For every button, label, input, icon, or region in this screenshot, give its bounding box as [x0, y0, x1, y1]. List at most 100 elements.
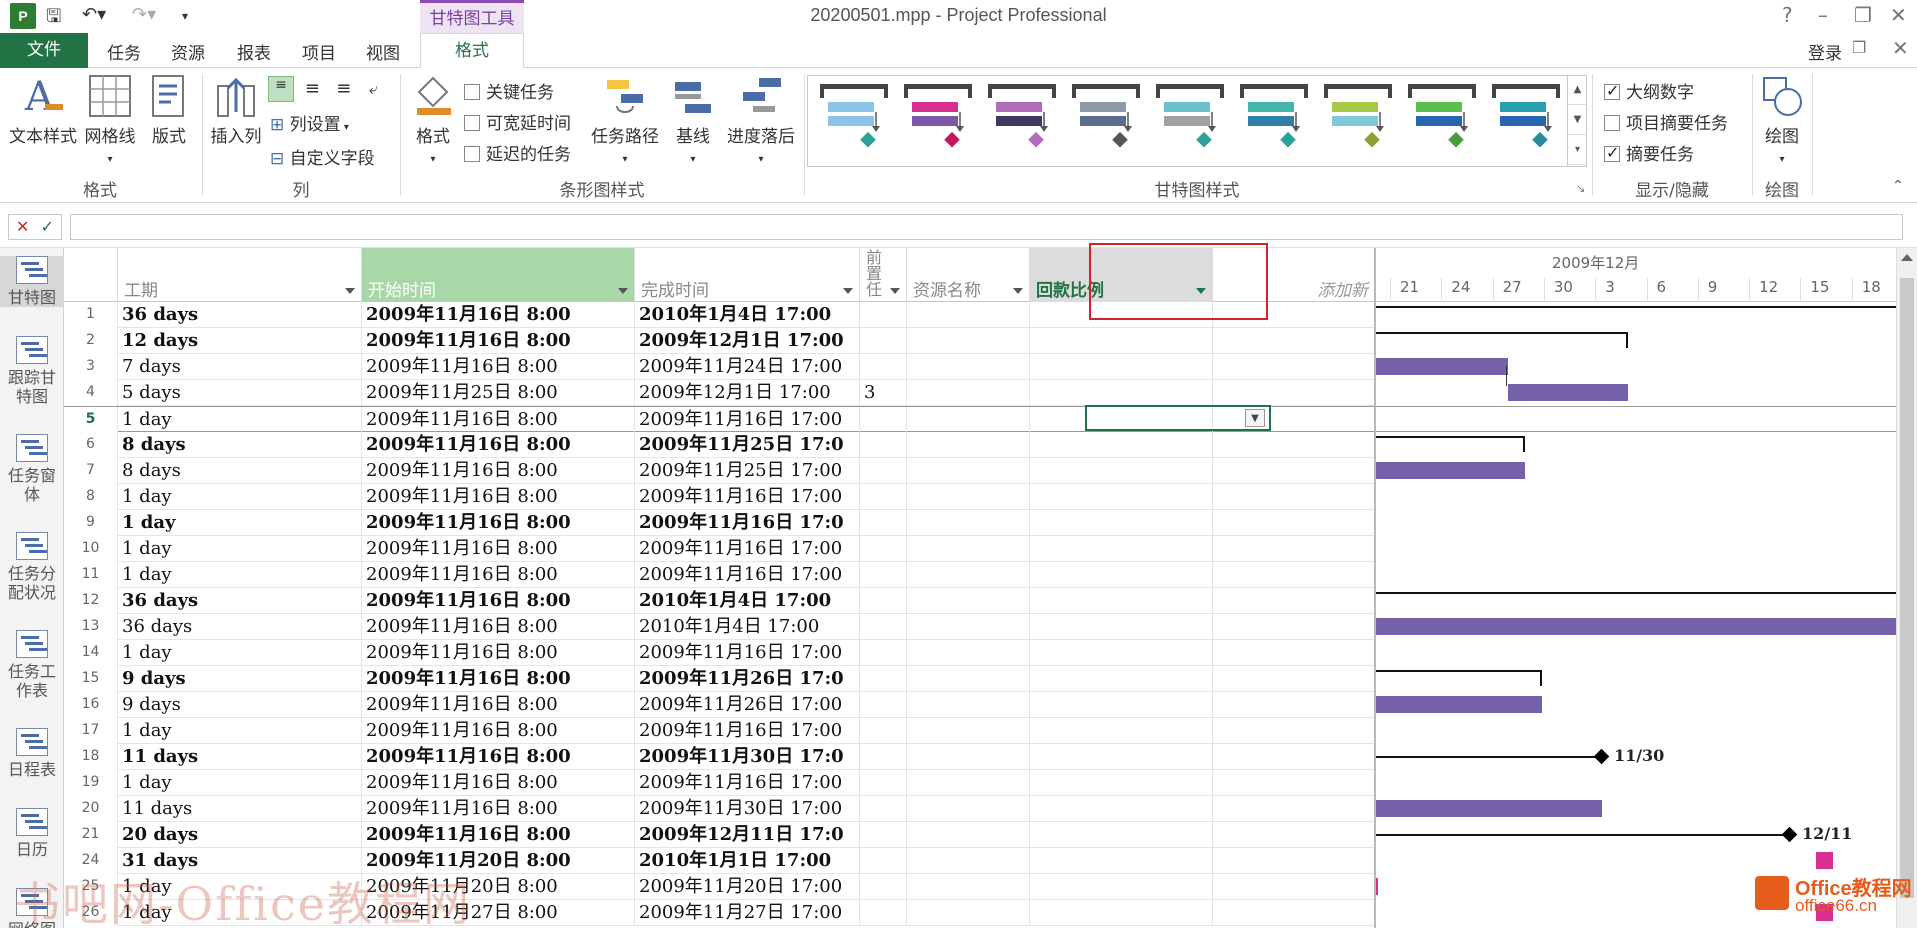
finish-cell[interactable]: 2009年11月24日 17:00 — [635, 354, 860, 380]
row-id[interactable]: 13 — [64, 614, 118, 640]
align-left-icon[interactable]: ≡ — [268, 76, 294, 102]
task-bar[interactable] — [1376, 696, 1543, 713]
table-row[interactable]: 81 day 2009年11月16日 8:00 2009年11月16日 17:00 — [64, 484, 1374, 510]
payment-ratio-cell[interactable] — [1030, 588, 1213, 614]
view-4[interactable]: 任务工作表 — [0, 630, 64, 700]
wrap-text-icon[interactable]: ⤶ — [362, 79, 384, 99]
task-bar[interactable] — [1376, 462, 1525, 479]
payment-ratio-cell[interactable] — [1030, 848, 1213, 874]
resource-cell[interactable] — [907, 588, 1030, 614]
start-cell[interactable]: 2009年11月16日 8:00 — [362, 770, 635, 796]
duration-cell[interactable]: 1 day — [118, 562, 362, 588]
duration-cell[interactable]: 1 day — [118, 407, 362, 433]
predecessors-cell[interactable] — [860, 640, 907, 666]
finish-cell[interactable]: 2009年11月30日 17:00 — [635, 796, 860, 822]
duration-cell[interactable]: 20 days — [118, 822, 362, 848]
critical-tasks-checkbox[interactable]: 关键任务 — [464, 78, 554, 103]
summary-bar-end[interactable] — [1523, 436, 1525, 452]
add-new-cell[interactable] — [1213, 848, 1374, 874]
gridlines-button[interactable]: 网格线 ▾ — [82, 74, 138, 167]
row-id[interactable]: 2 — [64, 328, 118, 354]
resource-cell[interactable] — [907, 380, 1030, 406]
duration-cell[interactable]: 1 day — [118, 770, 362, 796]
payment-ratio-cell[interactable] — [1030, 380, 1213, 406]
payment-ratio-cell[interactable] — [1030, 328, 1213, 354]
duration-cell[interactable]: 1 day — [118, 536, 362, 562]
collapse-ribbon-icon[interactable]: ⌃ — [1892, 178, 1904, 194]
table-row[interactable]: 2 12 days 2009年11月16日 8:00 2009年12月1日 17:00 — [64, 328, 1374, 354]
finish-cell[interactable]: 2009年11月16日 17:00 — [635, 640, 860, 666]
predecessors-cell[interactable] — [860, 796, 907, 822]
resource-cell[interactable] — [907, 692, 1030, 718]
predecessors-cell[interactable] — [860, 510, 907, 536]
scroll-up-icon[interactable] — [1901, 254, 1913, 261]
duration-cell[interactable]: 36 days — [118, 302, 362, 328]
payment-ratio-cell[interactable] — [1030, 874, 1213, 900]
duration-cell[interactable]: 1 day — [118, 484, 362, 510]
table-row[interactable]: 16 9 days 2009年11月16日 8:00 2009年11月26日 17:0… — [64, 692, 1374, 718]
row-id[interactable]: 11 — [64, 562, 118, 588]
slippage-button[interactable]: 进度落后 ▾ — [722, 74, 800, 167]
start-cell[interactable]: 2009年11月16日 8:00 — [362, 744, 635, 770]
gantt-style-option[interactable] — [1070, 82, 1142, 158]
predecessors-cell[interactable] — [860, 328, 907, 354]
predecessors-cell[interactable] — [860, 900, 907, 926]
gantt-style-option[interactable] — [986, 82, 1058, 158]
resource-cell[interactable] — [907, 874, 1030, 900]
start-cell[interactable]: 2009年11月16日 8:00 — [362, 407, 635, 433]
add-new-cell[interactable] — [1213, 900, 1374, 926]
start-cell[interactable]: 2009年11月16日 8:00 — [362, 354, 635, 380]
add-new-cell[interactable] — [1213, 874, 1374, 900]
resource-cell[interactable] — [907, 900, 1030, 926]
duration-cell[interactable]: 1 day — [118, 640, 362, 666]
duration-cell[interactable]: 36 days — [118, 588, 362, 614]
add-new-cell[interactable] — [1213, 822, 1374, 848]
finish-cell[interactable]: 2009年11月26日 17:0 — [635, 666, 860, 692]
column-header-start[interactable]: 开始时间 — [362, 248, 635, 302]
resource-cell[interactable] — [907, 640, 1030, 666]
finish-cell[interactable]: 2010年1月4日 17:00 — [635, 588, 860, 614]
summary-tasks-checkbox[interactable]: 摘要任务 — [1604, 140, 1694, 165]
row-id[interactable]: 14 — [64, 640, 118, 666]
text-styles-button[interactable]: A 文本样式 — [6, 74, 80, 147]
insert-column-button[interactable]: 插入列 — [208, 74, 264, 147]
task-bar[interactable] — [1376, 618, 1896, 635]
start-cell[interactable]: 2009年11月16日 8:00 — [362, 796, 635, 822]
add-new-cell[interactable] — [1213, 354, 1374, 380]
payment-ratio-cell[interactable] — [1030, 510, 1213, 536]
tab-format[interactable]: 格式 — [420, 33, 524, 69]
filter-dropdown-icon[interactable] — [618, 288, 628, 294]
task-bar[interactable] — [1376, 358, 1508, 375]
add-new-cell[interactable] — [1213, 796, 1374, 822]
task-bar[interactable] — [1507, 384, 1628, 401]
gantt-style-option[interactable] — [1406, 82, 1478, 158]
row-id[interactable]: 5 — [64, 407, 118, 433]
start-cell[interactable]: 2009年11月16日 8:00 — [362, 562, 635, 588]
late-tasks-checkbox[interactable]: 延迟的任务 — [464, 140, 571, 165]
row-id[interactable]: 1 — [64, 302, 118, 328]
gallery-more-icon[interactable]: ▾ — [1568, 135, 1587, 165]
resource-cell[interactable] — [907, 536, 1030, 562]
vertical-scrollbar[interactable] — [1896, 248, 1917, 928]
summary-bar[interactable] — [1376, 436, 1525, 438]
predecessors-cell[interactable] — [860, 432, 907, 458]
start-cell[interactable]: 2009年11月16日 8:00 — [362, 484, 635, 510]
layout-button[interactable]: 版式 — [144, 74, 194, 147]
scroll-thumb[interactable] — [1900, 278, 1914, 898]
resource-cell[interactable] — [907, 744, 1030, 770]
milestone-marker[interactable] — [1781, 826, 1798, 843]
payment-ratio-cell[interactable] — [1030, 484, 1213, 510]
row-id[interactable]: 3 — [64, 354, 118, 380]
predecessors-cell[interactable]: 3 — [860, 380, 907, 406]
duration-cell[interactable]: 11 days — [118, 744, 362, 770]
start-cell[interactable]: 2009年11月16日 8:00 — [362, 666, 635, 692]
summary-bar[interactable] — [1376, 756, 1602, 758]
resource-cell[interactable] — [907, 796, 1030, 822]
add-new-cell[interactable] — [1213, 484, 1374, 510]
row-id[interactable]: 6 — [64, 432, 118, 458]
column-settings-button[interactable]: ⊞ 列设置 ▾ — [270, 110, 349, 135]
active-cell-payment-ratio[interactable]: ▼ — [1085, 405, 1271, 431]
finish-cell[interactable]: 2009年11月25日 17:0 — [635, 432, 860, 458]
column-header-finish[interactable]: 完成时间 — [635, 248, 860, 302]
predecessors-cell[interactable] — [860, 407, 907, 433]
